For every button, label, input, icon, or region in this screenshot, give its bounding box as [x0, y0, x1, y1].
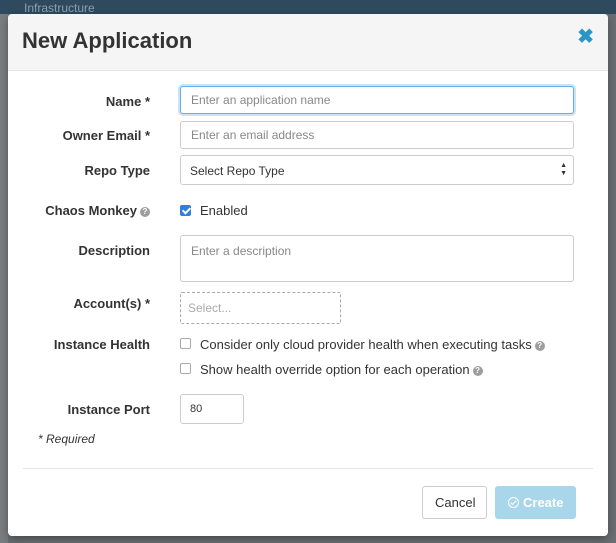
background-topbar: Infrastructure	[0, 0, 616, 15]
description-label: Description	[78, 243, 150, 258]
background-page-edge	[0, 14, 8, 543]
background-topbar-text: Infrastructure	[24, 1, 95, 15]
name-input[interactable]	[180, 86, 574, 114]
repo-type-select[interactable]: Select Repo Type ▲ ▼	[180, 155, 574, 185]
repo-type-label: Repo Type	[84, 163, 151, 178]
cloud-provider-health-label: Consider only cloud provider health when…	[200, 337, 532, 352]
new-application-modal: New Application ✖ Name * Owner Email * R…	[8, 14, 608, 536]
required-note: * Required	[38, 432, 95, 446]
cloud-provider-health-option[interactable]: Consider only cloud provider health when…	[200, 337, 545, 352]
accounts-label: Account(s) *	[73, 296, 150, 311]
footer-divider	[23, 468, 593, 469]
instance-port-label: Instance Port	[67, 402, 150, 417]
select-arrows-icon: ▲ ▼	[560, 162, 567, 177]
health-override-label: Show health override option for each ope…	[200, 362, 470, 377]
modal-header: New Application ✖	[8, 14, 608, 71]
owner-email-label: Owner Email *	[62, 128, 150, 143]
help-icon[interactable]: ?	[472, 365, 483, 376]
create-button[interactable]: Create	[495, 486, 576, 519]
cloud-provider-health-checkbox[interactable]	[180, 338, 191, 349]
create-button-label: Create	[523, 495, 564, 510]
health-override-option[interactable]: Show health override option for each ope…	[200, 362, 483, 377]
chaos-monkey-checkbox[interactable]	[180, 205, 191, 216]
create-button-content: Create	[508, 495, 563, 510]
accounts-placeholder: Select...	[188, 301, 232, 315]
chaos-monkey-label-text: Chaos Monkey	[45, 203, 137, 218]
repo-type-selected: Select Repo Type	[190, 164, 285, 178]
modal-title: New Application	[22, 28, 193, 53]
health-override-checkbox[interactable]	[180, 363, 191, 374]
check-circle-icon	[508, 497, 519, 508]
help-icon[interactable]: ?	[534, 340, 545, 351]
name-label: Name *	[105, 94, 150, 109]
close-icon[interactable]: ✖	[577, 24, 594, 49]
chaos-monkey-enabled-label[interactable]: Enabled	[200, 203, 248, 218]
instance-health-label: Instance Health	[53, 337, 150, 352]
help-icon[interactable]: ?	[140, 206, 150, 217]
description-textarea[interactable]	[180, 235, 574, 282]
accounts-select[interactable]: Select...	[180, 292, 341, 324]
cancel-button[interactable]: Cancel	[422, 486, 487, 519]
instance-port-input[interactable]	[180, 394, 244, 424]
chaos-monkey-label: Chaos Monkey?	[45, 203, 150, 218]
cancel-button-label: Cancel	[435, 495, 476, 510]
owner-email-input[interactable]	[180, 121, 574, 149]
